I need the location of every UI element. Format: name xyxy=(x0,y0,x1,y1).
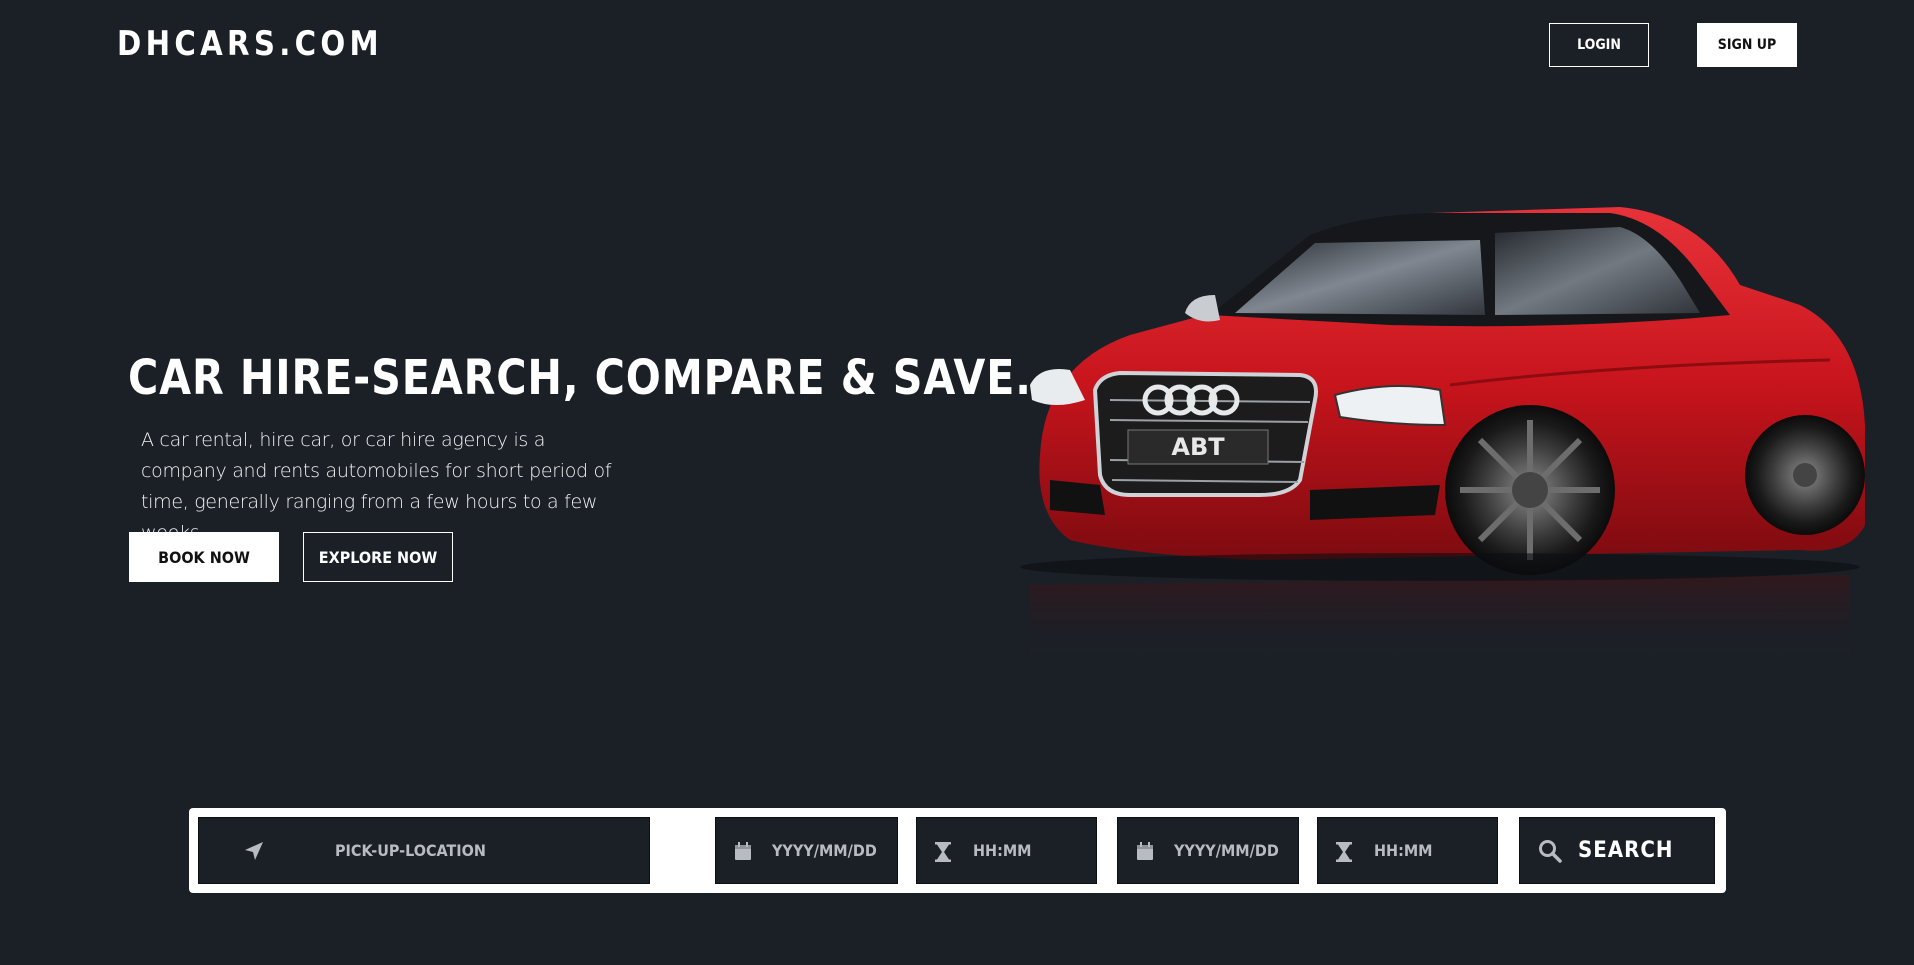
pickup-location-placeholder: PICK-UP-LOCATION xyxy=(335,841,486,860)
return-time-input[interactable]: HH:MM xyxy=(1317,817,1498,884)
explore-now-button[interactable]: EXPLORE NOW xyxy=(303,532,453,582)
hero-car-image: ABT xyxy=(1010,195,1870,675)
hero-description: A car rental, hire car, or car hire agen… xyxy=(141,429,612,544)
signup-button[interactable]: SIGN UP xyxy=(1697,23,1797,67)
return-time-placeholder: HH:MM xyxy=(1374,841,1433,860)
pickup-date-placeholder: YYYY/MM/DD xyxy=(772,841,877,860)
login-button[interactable]: LOGIN xyxy=(1549,23,1649,67)
booking-search-bar: PICK-UP-LOCATION YYYY/MM/DD HH:MM YYYY/M… xyxy=(189,808,1726,893)
pickup-location-input[interactable]: PICK-UP-LOCATION xyxy=(198,817,650,884)
hero-title: CAR HIRE-SEARCH, COMPARE & SAVE. xyxy=(128,350,1032,406)
return-date-placeholder: YYYY/MM/DD xyxy=(1174,841,1279,860)
location-arrow-icon xyxy=(243,840,265,862)
pickup-date-input[interactable]: YYYY/MM/DD xyxy=(715,817,898,884)
pickup-time-input[interactable]: HH:MM xyxy=(916,817,1097,884)
search-button[interactable]: SEARCH xyxy=(1519,817,1715,884)
hourglass-icon xyxy=(935,842,951,862)
svg-text:ABT: ABT xyxy=(1171,433,1225,461)
search-icon xyxy=(1538,839,1562,863)
site-logo[interactable]: DHCARS.COM xyxy=(117,24,383,64)
return-date-input[interactable]: YYYY/MM/DD xyxy=(1117,817,1299,884)
book-now-button[interactable]: BOOK NOW xyxy=(129,532,279,582)
pickup-time-placeholder: HH:MM xyxy=(973,841,1032,860)
search-button-label: SEARCH xyxy=(1578,838,1674,863)
hourglass-icon xyxy=(1336,842,1352,862)
calendar-icon xyxy=(734,842,752,861)
calendar-icon xyxy=(1136,842,1154,861)
